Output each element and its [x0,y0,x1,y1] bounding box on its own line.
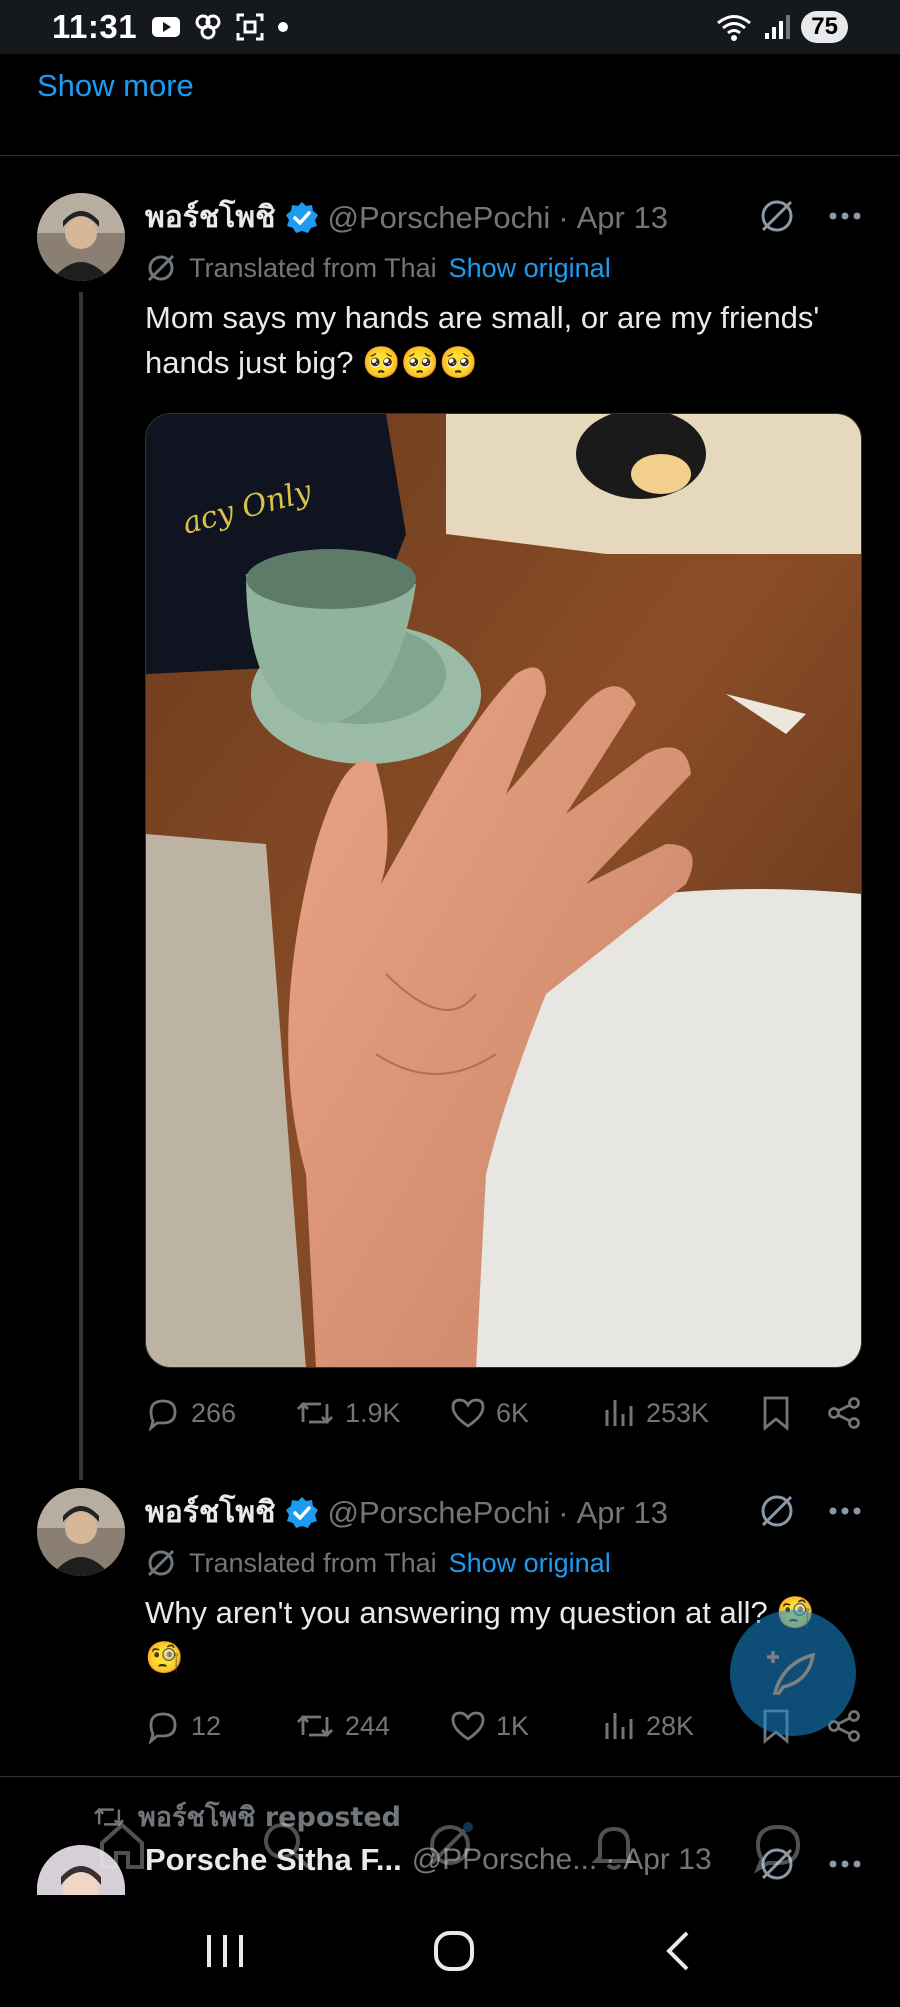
system-status-icons: 75 [715,11,848,43]
reply-button[interactable]: 266 [145,1395,295,1431]
translation-notice: Translated from Thai Show original [145,1547,611,1579]
more-options-icon[interactable] [828,211,862,221]
home-button-icon[interactable] [432,1929,476,1973]
handle[interactable]: @PorschePochi [328,200,551,236]
tweet-header: พอร์ชโพชิ @PorschePochi · Apr 13 [145,194,668,241]
views-icon [605,1400,633,1426]
divider [0,155,900,156]
views-icon [605,1713,633,1739]
tweet-date[interactable]: Apr 13 [577,200,668,236]
more-options-icon[interactable] [828,1506,862,1516]
repost-button[interactable]: 244 [295,1709,450,1743]
display-name[interactable]: พอร์ชโพชิ [145,194,276,241]
divider [0,1776,900,1777]
avatar-image [37,1488,125,1576]
bottom-nav [0,1800,900,1890]
grok-icon [147,254,175,282]
grok-icon[interactable] [758,197,796,235]
repost-count: 1.9K [345,1397,401,1428]
translated-label: Translated from Thai [189,1547,437,1578]
repost-button[interactable]: 1.9K [295,1396,450,1430]
repost-icon [297,1715,333,1737]
avatar-image [37,193,125,281]
separator: · [558,199,569,235]
verified-badge-icon [284,200,320,236]
reply-count: 12 [191,1710,222,1741]
grok-nav-icon[interactable] [422,1817,478,1873]
grok-icon [147,1549,175,1577]
system-navigation-bar [0,1895,900,2007]
dot-icon [278,22,289,32]
like-count: 6K [496,1397,530,1428]
like-button[interactable]: 6K [450,1396,602,1430]
wifi-icon [717,15,752,41]
views-button[interactable]: 253K [602,1396,752,1430]
recent-apps-icon[interactable] [203,1931,247,1971]
heart-icon [451,1398,485,1428]
share-icon[interactable] [826,1395,862,1431]
battery-level: 75 [801,11,848,43]
header-actions [758,1492,862,1530]
views-count: 253K [646,1397,710,1428]
repost-icon [297,1402,333,1424]
messages-icon[interactable] [750,1817,806,1873]
avatar[interactable] [37,1488,125,1576]
tweet-header: พอร์ชโพชิ @PorschePochi · Apr 13 [145,1489,668,1536]
heart-icon [451,1711,485,1741]
signal-icon [765,15,791,39]
like-count: 1K [496,1710,530,1741]
status-time: 11:31 [52,8,138,45]
show-original-link[interactable]: Show original [449,1548,611,1579]
compose-button[interactable] [730,1610,856,1736]
reply-count: 266 [191,1397,237,1428]
app-notification-icon [195,14,221,40]
translated-label: Translated from Thai [189,252,437,283]
separator: · [558,1494,569,1530]
grok-icon[interactable] [758,1492,796,1530]
handle[interactable]: @PorschePochi [328,1495,551,1531]
views-button[interactable]: 28K [602,1709,752,1743]
repost-count: 244 [345,1710,391,1741]
like-button[interactable]: 1K [450,1709,602,1743]
header-actions [758,197,862,235]
tweet-image[interactable]: acy Only [145,413,862,1368]
verified-badge-icon [284,1495,320,1531]
youtube-icon [152,17,181,37]
bookmark-icon[interactable] [760,1395,792,1431]
views-count: 28K [646,1710,695,1741]
notifications-icon[interactable] [586,1817,642,1873]
back-icon[interactable] [661,1929,697,1973]
notification-icons [151,12,289,42]
status-bar: 11:31 75 [0,0,900,54]
photo: acy Only [146,414,861,1367]
translation-notice: Translated from Thai Show original [145,252,611,284]
show-original-link[interactable]: Show original [449,253,611,284]
reply-button[interactable]: 12 [145,1708,295,1744]
compose-feather-icon [767,1651,816,1695]
search-icon[interactable] [258,1817,314,1873]
display-name[interactable]: พอร์ชโพชิ [145,1489,276,1536]
avatar[interactable] [37,193,125,281]
tweet-date[interactable]: Apr 13 [577,1495,668,1531]
reply-icon [148,1399,177,1431]
thread-line [79,292,83,1480]
home-icon[interactable] [94,1817,150,1873]
tweet-actions: 266 1.9K 6K 253K [145,1395,862,1431]
screenshot-icon [236,13,264,41]
reply-icon [148,1712,177,1744]
show-more-link[interactable]: Show more [37,68,194,104]
tweet-text: Mom says my hands are small, or are my f… [145,300,820,380]
